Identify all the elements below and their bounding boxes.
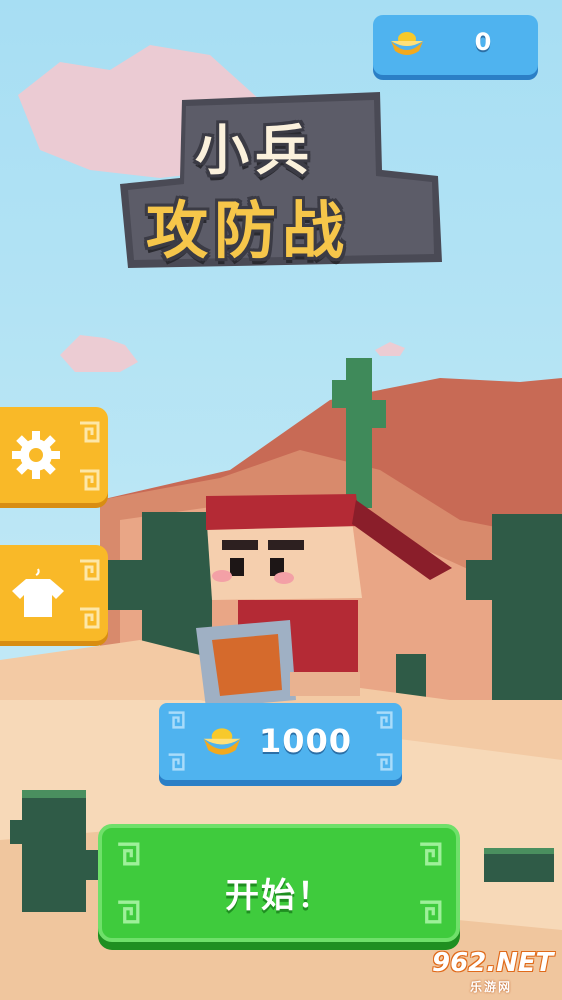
logo-line-2: 攻防战: [146, 194, 351, 267]
shirt-icon: [12, 568, 64, 617]
ornament-icon: [80, 607, 100, 629]
ornament-icon: [420, 842, 442, 866]
watermark-sub: 乐游网: [470, 980, 513, 994]
gold-ingot-icon: [203, 728, 241, 755]
game-menu-scene: 0 小兵 攻防战 1000 开始！ 962.NET 乐游网: [0, 0, 562, 1000]
game-logo: 小兵 攻防战: [120, 92, 445, 272]
cost-amount: 1000: [259, 722, 353, 760]
cost-display[interactable]: 1000: [159, 703, 402, 780]
ornament-icon: [80, 559, 100, 581]
watermark-main: 962.NET: [432, 948, 554, 978]
gear-icon: [12, 431, 60, 479]
start-button[interactable]: 开始！: [98, 824, 460, 942]
start-label: 开始！: [225, 876, 333, 916]
gold-amount: 0: [474, 28, 492, 56]
logo-line-1: 小兵: [195, 119, 315, 182]
ornament-icon: [376, 711, 393, 729]
ornament-icon: [80, 469, 100, 491]
ornament-icon: [118, 842, 140, 866]
ornament-icon: [376, 753, 393, 771]
ornament-icon: [168, 753, 185, 771]
ornament-icon: [80, 421, 100, 443]
gold-counter[interactable]: 0: [373, 15, 538, 75]
watermark: 962.NET 乐游网: [430, 948, 558, 994]
ornament-icon: [168, 711, 185, 729]
settings-button[interactable]: [0, 407, 108, 503]
gold-ingot-icon: [391, 32, 423, 55]
wardrobe-button[interactable]: [0, 545, 108, 641]
